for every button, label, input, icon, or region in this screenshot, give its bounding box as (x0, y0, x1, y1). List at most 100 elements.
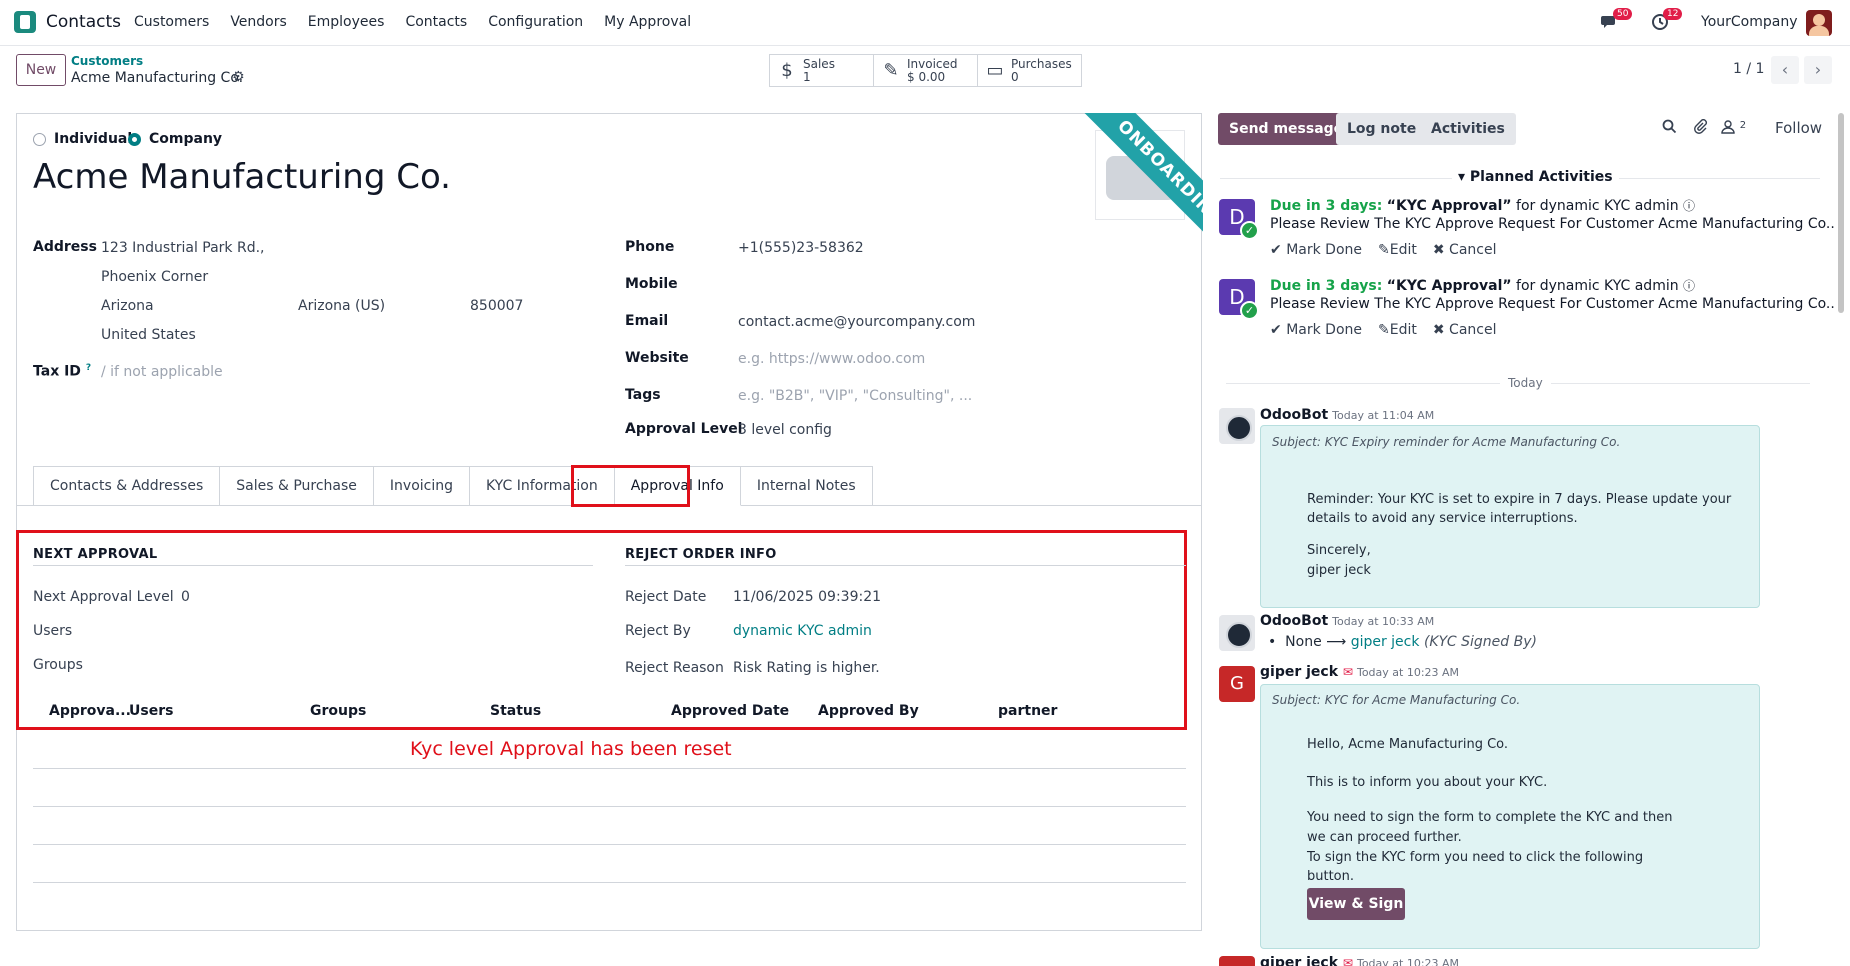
activities-clock-icon[interactable]: 12 (1651, 8, 1683, 33)
messages-badge: 50 (1613, 8, 1633, 20)
info-icon[interactable]: ⓘ (1683, 279, 1695, 293)
edit-link[interactable]: ✎Edit (1378, 242, 1417, 258)
country-field[interactable]: United States (101, 327, 196, 343)
pager-previous-icon[interactable]: ‹ (1771, 56, 1799, 84)
radio-company[interactable]: Company (128, 131, 222, 147)
author-name[interactable]: giper jeck (1260, 664, 1338, 680)
breadcrumb-customers[interactable]: Customers (71, 54, 143, 68)
website-field[interactable]: e.g. https://www.odoo.com (738, 351, 925, 367)
edit-link[interactable]: ✎Edit (1378, 322, 1417, 338)
send-message-button[interactable]: Send message (1218, 113, 1355, 145)
menu-vendors[interactable]: Vendors (230, 14, 286, 30)
message-author: giper jeck ✉ Today at 10:23 AM (1260, 664, 1459, 680)
search-icon[interactable] (1662, 119, 1677, 138)
state-field[interactable]: Arizona (US) (298, 298, 385, 314)
reject-by-link[interactable]: dynamic KYC admin (733, 623, 872, 639)
check-icon: ✓ (1240, 301, 1259, 320)
column-users[interactable]: Users (129, 703, 173, 719)
new-button[interactable]: New (16, 54, 66, 86)
street-field[interactable]: 123 Industrial Park Rd., (101, 240, 265, 256)
activities-button[interactable]: Activities (1420, 113, 1516, 145)
menu-my-approval[interactable]: My Approval (604, 14, 691, 30)
tab-invoicing[interactable]: Invoicing (373, 466, 470, 506)
sales-smart-button[interactable]: $ Sales 1 (770, 55, 874, 86)
next-approval-level-value[interactable]: 0 (181, 589, 190, 605)
reject-date-value[interactable]: 11/06/2025 09:39:21 (733, 589, 881, 605)
phone-field[interactable]: +1(555)23-58362 (738, 240, 864, 256)
tab-internal-notes[interactable]: Internal Notes (740, 466, 873, 506)
radio-individual[interactable]: Individual (33, 131, 132, 147)
messages-icon[interactable]: 50 (1601, 8, 1633, 33)
edit-label: Edit (1389, 322, 1417, 338)
pager-value[interactable]: 1 / 1 (1733, 61, 1764, 77)
cancel-link[interactable]: ✖ Cancel (1433, 242, 1497, 258)
activity-title: “KYC Approval” (1386, 278, 1512, 294)
giper-avatar[interactable] (1219, 956, 1255, 966)
giper-avatar[interactable]: G (1219, 666, 1255, 702)
odoobot-avatar[interactable] (1219, 615, 1255, 651)
tax-id-field[interactable]: / if not applicable (101, 364, 223, 380)
cancel-label: Cancel (1449, 322, 1497, 338)
reject-reason-value[interactable]: Risk Rating is higher. (733, 660, 880, 676)
email-field[interactable]: contact.acme@yourcompany.com (738, 314, 975, 330)
user-avatar[interactable] (1806, 10, 1832, 36)
odoobot-avatar[interactable] (1219, 408, 1255, 444)
column-status[interactable]: Status (490, 703, 541, 719)
column-partner[interactable]: partner (998, 703, 1057, 719)
tab-contacts-addresses[interactable]: Contacts & Addresses (33, 466, 221, 506)
info-icon[interactable]: ⓘ (1683, 199, 1695, 213)
envelope-icon: ✉ (1342, 956, 1353, 966)
invoiced-smart-button[interactable]: ✎ Invoiced $ 0.00 (874, 55, 978, 86)
partner-name[interactable]: Acme Manufacturing Co. (33, 157, 451, 197)
tax-id-help-icon[interactable]: ? (86, 363, 91, 373)
dollar-icon: $ (781, 60, 793, 81)
zip-field[interactable]: 850007 (470, 298, 523, 314)
planned-activities-toggle[interactable]: ▾ Planned Activities (1452, 169, 1619, 185)
mobile-field[interactable] (738, 276, 1138, 294)
cancel-link[interactable]: ✖ Cancel (1433, 322, 1497, 338)
column-approved-by[interactable]: Approved By (818, 703, 919, 719)
menu-configuration[interactable]: Configuration (488, 14, 583, 30)
invoiced-label: Invoiced (907, 56, 958, 71)
purchases-smart-button[interactable]: ▭ Purchases 0 (978, 55, 1081, 86)
city-field[interactable]: Arizona (101, 298, 154, 314)
author-name[interactable]: OdooBot (1260, 613, 1328, 629)
radio-company-icon[interactable] (128, 132, 141, 146)
message-line: Sincerely, (1307, 543, 1371, 558)
tax-id-label: Tax ID ? (33, 363, 91, 380)
follow-button[interactable]: Follow (1775, 119, 1822, 137)
menu-employees[interactable]: Employees (308, 14, 385, 30)
log-note-button[interactable]: Log note (1336, 113, 1428, 145)
mark-done-link[interactable]: ✔ Mark Done (1270, 322, 1362, 338)
tags-field[interactable]: e.g. "B2B", "VIP", "Consulting", ... (738, 388, 972, 404)
activity-due: Due in 3 days: (1270, 198, 1383, 214)
author-name[interactable]: OdooBot (1260, 407, 1328, 423)
column-approved-date[interactable]: Approved Date (671, 703, 789, 719)
approval-level-field[interactable]: 3 level config (738, 422, 832, 438)
tracking-new-value[interactable]: giper jeck (1351, 634, 1420, 650)
street2-field[interactable]: Phoenix Corner (101, 269, 208, 285)
contacts-app-icon[interactable] (14, 11, 36, 33)
mark-done-link[interactable]: ✔ Mark Done (1270, 242, 1362, 258)
tab-sales-purchase[interactable]: Sales & Purchase (220, 466, 374, 506)
company-switcher[interactable]: YourCompany (1701, 14, 1798, 30)
menu-contacts[interactable]: Contacts (405, 14, 467, 30)
highlight-approval-tab (571, 465, 690, 507)
message-line: details to avoid any service interruptio… (1307, 511, 1578, 526)
message-author: giper jeck ✉ Today at 10:23 AM (1260, 955, 1459, 966)
app-name[interactable]: Contacts (46, 12, 121, 32)
pager-next-icon[interactable]: › (1804, 56, 1832, 84)
column-approval[interactable]: Approva... (49, 703, 131, 719)
gear-icon[interactable]: ⚙ (232, 69, 245, 85)
author-name[interactable]: giper jeck (1260, 955, 1338, 966)
column-groups[interactable]: Groups (310, 703, 366, 719)
view-sign-button[interactable]: View & Sign (1307, 888, 1405, 920)
followers-icon[interactable]: 2 (1721, 119, 1746, 138)
chatter-scrollbar[interactable] (1838, 113, 1844, 313)
menu-customers[interactable]: Customers (134, 14, 209, 30)
cancel-label: Cancel (1449, 242, 1497, 258)
message-time: Today at 10:33 AM (1332, 615, 1435, 628)
message-line: Hello, Acme Manufacturing Co. (1307, 737, 1509, 752)
radio-individual-icon[interactable] (33, 132, 46, 146)
paperclip-icon[interactable] (1693, 119, 1708, 138)
